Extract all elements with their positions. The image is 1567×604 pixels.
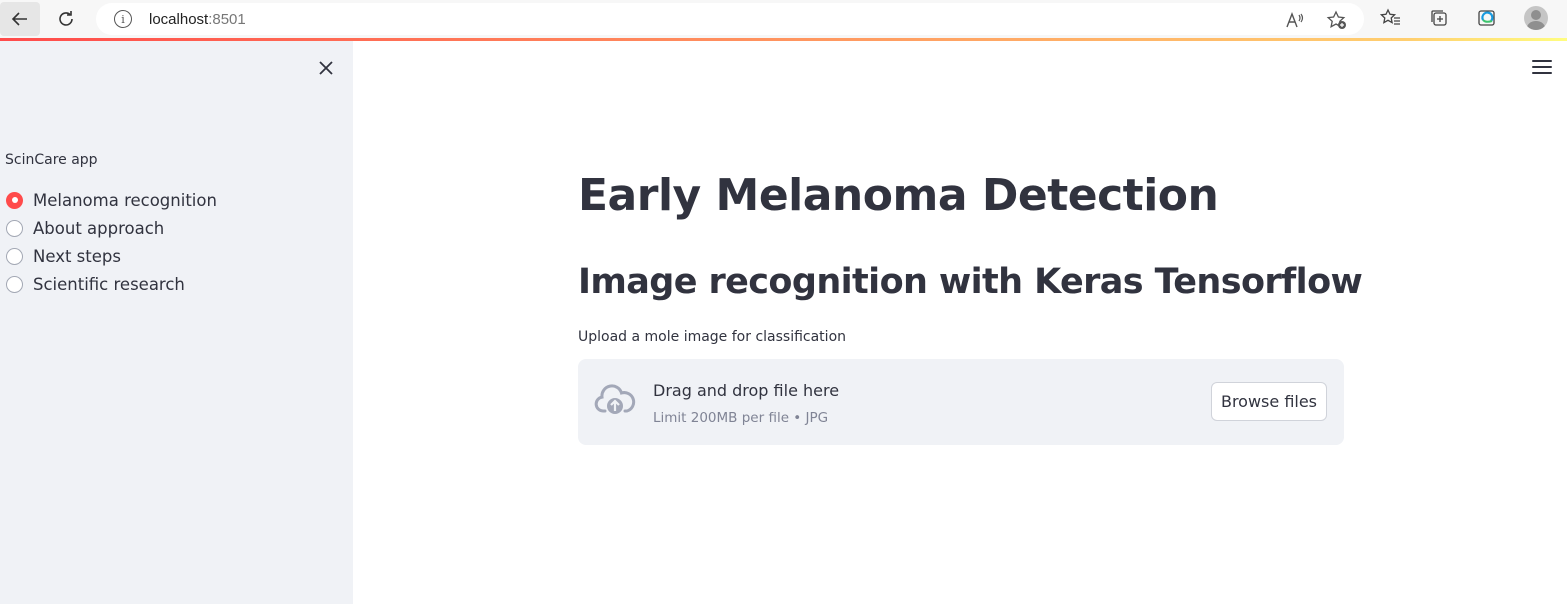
page-title: Early Melanoma Detection [578,170,1219,221]
radio-option-label: Next steps [33,246,121,266]
star-add-icon[interactable] [1326,9,1348,31]
radio-option-label: About approach [33,218,165,238]
edge-icon[interactable] [1476,7,1498,29]
radio-option-label: Scientific research [33,274,185,294]
radio-unselected-icon[interactable] [6,275,23,293]
close-sidebar-button[interactable] [314,56,338,80]
file-uploader-label: Upload a mole image for classification [578,329,847,345]
radio-unselected-icon[interactable] [6,247,23,265]
sidebar-item-about-approach[interactable]: About approach [6,214,217,242]
file-dropzone[interactable]: Drag and drop file here Limit 200MB per … [578,359,1344,445]
arrow-left-icon [11,12,27,26]
address-bar[interactable]: i localhost:8501 [96,3,1364,35]
sidebar-item-melanoma-recognition[interactable]: Melanoma recognition [6,186,217,214]
refresh-button[interactable] [46,2,86,36]
url-port: :8501 [208,10,246,28]
page-subtitle: Image recognition with Keras Tensorflow [578,262,1363,302]
hamburger-menu-icon [1532,60,1552,62]
url-text: localhost:8501 [149,11,246,28]
radio-selected-icon[interactable] [6,191,23,209]
sidebar-item-scientific-research[interactable]: Scientific research [6,270,217,298]
dropzone-limit: Limit 200MB per file • JPG [653,410,829,426]
sidebar: ScinCare app Melanoma recognition About … [0,41,353,604]
hamburger-menu-icon-bar [1532,72,1552,74]
profile-icon[interactable] [1524,6,1548,30]
browser-toolbar: i localhost:8501 [0,0,1567,38]
refresh-icon [59,11,73,26]
browse-files-button[interactable]: Browse files [1211,382,1327,421]
cloud-upload-icon [594,384,636,414]
close-icon [319,61,333,75]
url-host: localhost [149,10,209,28]
back-button[interactable] [0,2,40,36]
dropzone-instructions: Drag and drop file here [653,381,840,400]
main-menu-button[interactable] [1532,58,1552,76]
favorites-icon[interactable] [1380,7,1402,29]
sidebar-radio-group: Melanoma recognition About approach Next… [6,186,217,298]
read-aloud-icon[interactable] [1284,9,1306,31]
radio-unselected-icon[interactable] [6,219,23,237]
address-bar-actions [1284,9,1348,31]
info-icon[interactable]: i [114,10,132,28]
sidebar-item-next-steps[interactable]: Next steps [6,242,217,270]
hamburger-menu-icon-bar [1532,66,1552,68]
sidebar-radio-label: ScinCare app [5,152,98,168]
radio-option-label: Melanoma recognition [33,190,217,210]
collections-icon[interactable] [1428,7,1450,29]
browser-toolbar-right [1380,6,1548,30]
